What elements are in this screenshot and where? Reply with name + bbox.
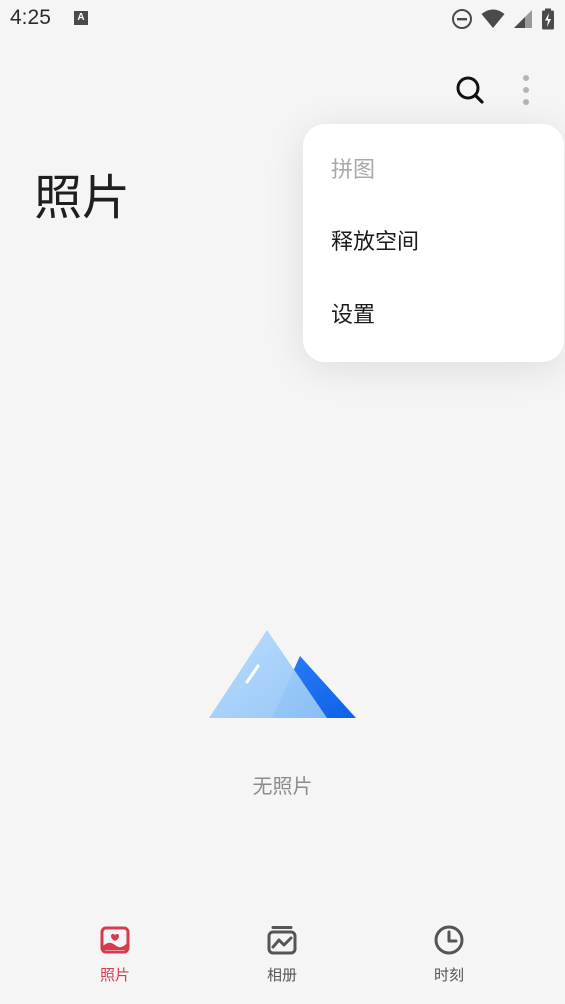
nav-label-albums: 相册 [266, 966, 297, 984]
menu-item-free-up-space[interactable]: 释放空间 [331, 223, 531, 263]
overflow-menu: 拼图 释放空间 设置 [303, 124, 564, 362]
wifi-icon [481, 9, 505, 28]
nav-label-moments: 时刻 [433, 966, 464, 984]
notification-app-icon: A [74, 11, 88, 25]
do-not-disturb-icon [452, 9, 472, 29]
photo-icon [100, 926, 130, 954]
menu-item-collage: 拼图 [331, 158, 376, 183]
battery-charging-icon [542, 8, 554, 30]
cell-signal-icon [514, 10, 532, 28]
nav-item-photos[interactable]: 照片 [55, 912, 175, 1004]
search-button[interactable] [450, 70, 490, 110]
status-icons [451, 8, 555, 30]
nav-item-albums[interactable]: 相册 [222, 912, 342, 1004]
page-title: 照片 [34, 170, 131, 226]
album-icon [267, 926, 297, 955]
nav-item-moments[interactable]: 时刻 [389, 912, 509, 1004]
status-bar: 4:25 A [0, 0, 565, 40]
bottom-navigation: 照片 相册 时刻 [0, 912, 565, 1004]
clock-icon [434, 925, 464, 955]
menu-item-settings[interactable]: 设置 [331, 296, 531, 336]
mountain-illustration [209, 630, 356, 718]
nav-label-photos: 照片 [99, 966, 130, 984]
empty-state-text: 无照片 [252, 774, 313, 798]
more-vertical-icon [523, 75, 529, 105]
search-icon [456, 76, 484, 104]
more-options-button[interactable] [510, 70, 542, 110]
status-time: 4:25 [10, 6, 51, 29]
